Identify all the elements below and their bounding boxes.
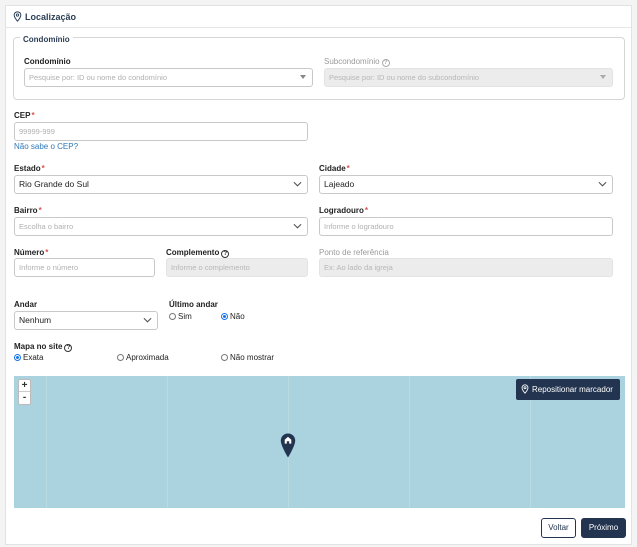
question-circle-icon: ? (381, 59, 390, 67)
mapa-exata-radio[interactable]: Exata (14, 353, 43, 362)
cep-label: CEP* (14, 111, 35, 120)
cidade-label: Cidade* (319, 164, 350, 173)
mapa-no-site-label-text: Mapa no site (14, 342, 63, 351)
required-marker: * (364, 206, 369, 215)
cidade-value: Lajeado (324, 179, 355, 189)
radio-dot-checked (221, 313, 228, 320)
map-zoom-control: + - (18, 379, 31, 405)
radio-label: Aproximada (126, 353, 169, 362)
map-pin-icon (521, 384, 529, 394)
cidade-select[interactable]: Lajeado (319, 175, 613, 194)
complemento-input[interactable]: Informe o complemento (166, 258, 308, 277)
condominio-label: Condomínio (24, 57, 71, 66)
zoom-in-button[interactable]: + (19, 380, 30, 392)
ponto-referencia-input[interactable]: Ex: Ao lado da igreja (319, 258, 613, 277)
radio-dot-checked (14, 354, 21, 361)
back-button[interactable]: Voltar (541, 518, 576, 538)
logradouro-label: Logradouro* (319, 206, 368, 215)
next-button[interactable]: Próximo (581, 518, 626, 538)
map-marker-icon[interactable] (280, 433, 296, 458)
numero-placeholder: Informe o número (19, 263, 79, 272)
complemento-label: Complemento? (166, 248, 230, 258)
subcondominio-placeholder: Pesquise por: ID ou nome do subcondomíni… (329, 73, 480, 82)
radio-dot (117, 354, 124, 361)
mapa-no-site-label: Mapa no site? (14, 342, 73, 352)
chevron-down-icon (598, 181, 607, 187)
logradouro-placeholder: Informe o logradouro (324, 222, 394, 231)
numero-label: Número* (14, 248, 48, 257)
map-tile-edge (46, 376, 47, 508)
cep-help-link[interactable]: Não sabe o CEP? (14, 142, 78, 151)
location-map[interactable]: + - Repositionar marcador (14, 376, 625, 508)
cep-input[interactable]: 99999-999 (14, 122, 308, 141)
bairro-placeholder: Escolha o bairro (19, 222, 74, 231)
card-header: Localização (6, 6, 631, 28)
subcondominio-label-text: Subcondomínio (324, 57, 380, 66)
radio-dot (169, 313, 176, 320)
question-circle-icon[interactable]: ? (221, 250, 230, 258)
bairro-select[interactable]: Escolha o bairro (14, 217, 308, 236)
chevron-down-icon (293, 223, 302, 229)
question-circle-icon[interactable]: ? (64, 344, 73, 352)
bairro-label-text: Bairro (14, 206, 38, 215)
radio-dot (221, 354, 228, 361)
chevron-down-icon (143, 317, 152, 323)
map-tile-edge (167, 376, 168, 508)
chevron-down-icon (293, 181, 302, 187)
map-pin-icon (13, 11, 22, 22)
bairro-label: Bairro* (14, 206, 42, 215)
cep-placeholder: 99999-999 (19, 127, 55, 136)
map-tile-edge (409, 376, 410, 508)
required-marker: * (45, 248, 49, 257)
radio-label: Exata (23, 353, 44, 362)
condominio-placeholder: Pesquise por: ID ou nome do condomínio (29, 73, 167, 82)
reposition-marker-label: Repositionar marcador (532, 385, 613, 394)
zoom-out-button[interactable]: - (19, 392, 30, 404)
estado-value: Rio Grande do Sul (19, 179, 89, 189)
mapa-nao-mostrar-radio[interactable]: Não mostrar (221, 353, 274, 362)
logradouro-input[interactable]: Informe o logradouro (319, 217, 613, 236)
required-marker: * (41, 164, 45, 173)
cep-label-text: CEP (14, 111, 31, 120)
complemento-placeholder: Informe o complemento (171, 263, 250, 272)
ultimo-andar-sim-radio[interactable]: Sim (169, 312, 192, 321)
radio-label: Não mostrar (230, 353, 275, 362)
complemento-label-text: Complemento (166, 248, 220, 257)
estado-label-text: Estado (14, 164, 41, 173)
ponto-referencia-label: Ponto de referência (319, 248, 389, 257)
required-marker: * (31, 111, 35, 120)
mapa-aproximada-radio[interactable]: Aproximada (117, 353, 169, 362)
andar-value: Nenhum (19, 315, 52, 325)
logradouro-label-text: Logradouro (319, 206, 364, 215)
required-marker: * (38, 206, 42, 215)
caret-down-icon (300, 75, 306, 79)
andar-label: Andar (14, 300, 38, 309)
numero-input[interactable]: Informe o número (14, 258, 155, 277)
estado-select[interactable]: Rio Grande do Sul (14, 175, 308, 194)
subcondominio-label: Subcondomínio? (324, 57, 390, 67)
caret-down-icon (600, 75, 606, 79)
card-title: Localização (25, 12, 77, 22)
andar-select[interactable]: Nenhum (14, 311, 158, 330)
required-marker: * (346, 164, 350, 173)
ultimo-andar-nao-radio[interactable]: Não (221, 312, 245, 321)
condominio-select[interactable]: Pesquise por: ID ou nome do condomínio (24, 68, 313, 87)
numero-label-text: Número (14, 248, 45, 257)
estado-label: Estado* (14, 164, 45, 173)
cidade-label-text: Cidade (319, 164, 346, 173)
reposition-marker-button[interactable]: Repositionar marcador (516, 379, 620, 400)
radio-label: Não (230, 312, 245, 321)
condominio-legend: Condomínio (20, 35, 73, 44)
radio-label: Sim (178, 312, 192, 321)
ultimo-andar-label: Último andar (169, 300, 218, 309)
ponto-referencia-placeholder: Ex: Ao lado da igreja (324, 263, 393, 272)
subcondominio-select[interactable]: Pesquise por: ID ou nome do subcondomíni… (324, 68, 613, 87)
